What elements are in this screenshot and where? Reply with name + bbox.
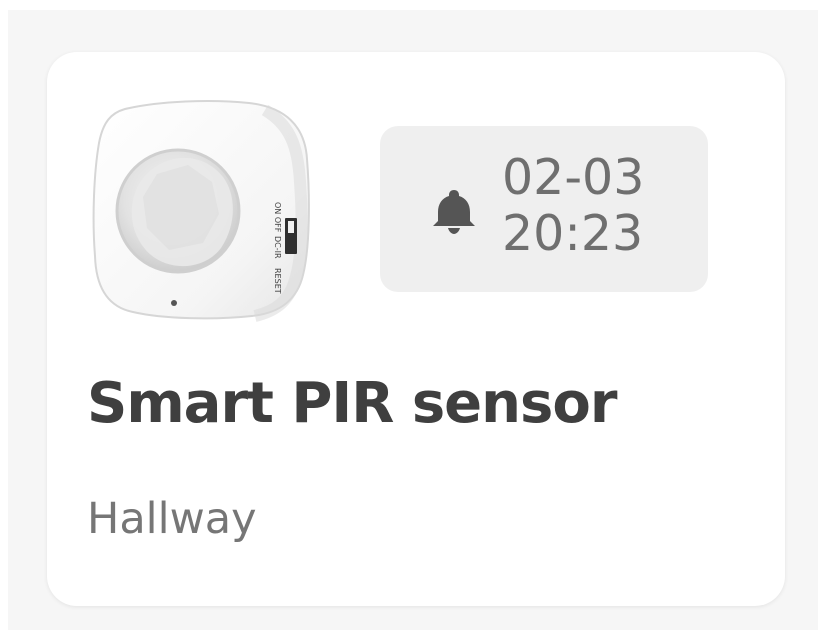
svg-text:RESET: RESET bbox=[273, 268, 282, 294]
device-name: Smart PIR sensor bbox=[87, 371, 617, 436]
device-room: Hallway bbox=[87, 494, 257, 544]
last-event-time: 02-03 20:23 bbox=[502, 150, 644, 262]
svg-text:DC-IR: DC-IR bbox=[273, 236, 282, 259]
last-event-pill: 02-03 20:23 bbox=[380, 126, 708, 292]
device-card[interactable]: ON OFF DC-IR RESET 02-03 20:23 Smart PIR… bbox=[47, 52, 785, 606]
event-date: 02-03 bbox=[502, 149, 645, 206]
svg-text:ON OFF: ON OFF bbox=[273, 202, 282, 233]
event-clock-time: 20:23 bbox=[502, 205, 644, 262]
device-status-screen: ON OFF DC-IR RESET 02-03 20:23 Smart PIR… bbox=[0, 0, 818, 639]
bell-icon bbox=[433, 190, 475, 234]
pir-sensor-device-image: ON OFF DC-IR RESET bbox=[92, 100, 310, 322]
